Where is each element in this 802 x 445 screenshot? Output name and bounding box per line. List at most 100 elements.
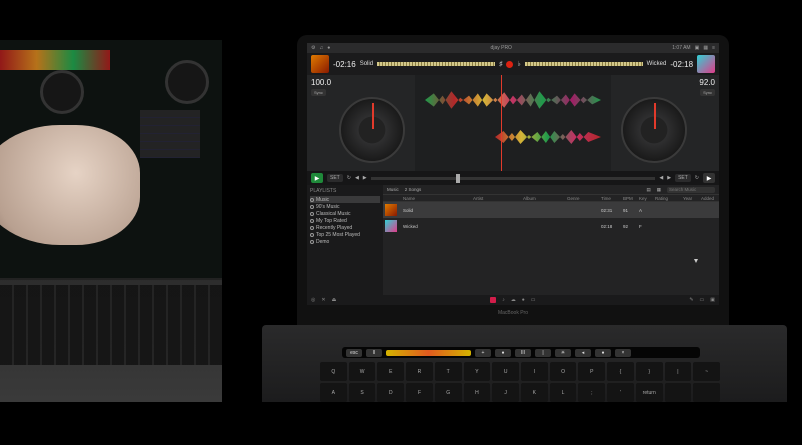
panel-icon[interactable]: ▭ bbox=[700, 297, 705, 303]
crossfader[interactable] bbox=[370, 173, 656, 183]
table-row[interactable]: Wicked 02:18 92 F bbox=[383, 218, 719, 234]
touchbar-brightness[interactable]: ☀ bbox=[555, 348, 571, 357]
music-source-icon[interactable] bbox=[490, 297, 497, 303]
right-next-icon[interactable]: ▶ bbox=[667, 175, 671, 181]
key[interactable]: ; bbox=[578, 383, 606, 402]
touchbar-close[interactable]: × bbox=[615, 348, 631, 357]
col-genre[interactable]: Genre bbox=[567, 196, 601, 201]
right-turntable[interactable] bbox=[621, 97, 687, 163]
touchbar-siri[interactable]: ● bbox=[595, 348, 611, 357]
table-row[interactable]: Solid 02:31 91 A bbox=[383, 202, 719, 218]
col-added[interactable]: Added bbox=[701, 196, 717, 201]
folder-icon[interactable]: ▭ bbox=[531, 297, 536, 303]
key[interactable]: } bbox=[635, 362, 663, 381]
key[interactable]: E bbox=[377, 362, 405, 381]
key[interactable]: L bbox=[549, 383, 577, 402]
note-icon[interactable]: ♪ bbox=[502, 297, 505, 303]
touchbar-volume[interactable]: ◂ bbox=[575, 348, 591, 357]
key[interactable]: K bbox=[520, 383, 548, 402]
key[interactable]: | bbox=[664, 362, 692, 381]
sidebar-item-recently-played[interactable]: Recently Played bbox=[310, 224, 380, 231]
touchbar-mic[interactable]: | bbox=[535, 348, 551, 357]
key[interactable]: I bbox=[520, 362, 548, 381]
key[interactable]: P bbox=[578, 362, 606, 381]
cloud-icon[interactable]: ☁ bbox=[511, 297, 516, 303]
eject-icon[interactable]: ⏏ bbox=[332, 297, 337, 303]
left-loop-icon[interactable]: ↻ bbox=[347, 175, 351, 181]
touchbar-eye[interactable]: ● bbox=[495, 348, 511, 357]
view-grid-icon[interactable]: ▦ bbox=[657, 187, 661, 193]
touchbar-bars[interactable]: III bbox=[515, 348, 531, 357]
deck-header: -02:16 Solid ♯ ♭ Wicked -02:18 bbox=[307, 53, 719, 75]
key[interactable]: T bbox=[434, 362, 462, 381]
key[interactable]: R bbox=[406, 362, 433, 381]
left-turntable[interactable] bbox=[339, 97, 405, 163]
touchbar-waveform[interactable] bbox=[386, 349, 471, 356]
key[interactable]: return bbox=[635, 383, 663, 402]
key[interactable]: O bbox=[549, 362, 577, 381]
key[interactable]: { bbox=[607, 362, 634, 381]
key[interactable]: A bbox=[320, 383, 347, 402]
key[interactable]: G bbox=[434, 383, 462, 402]
menu-icon[interactable]: ≡ bbox=[712, 45, 715, 51]
col-bpm[interactable]: BPM bbox=[623, 196, 639, 201]
right-album-art[interactable] bbox=[697, 55, 716, 73]
view-list-icon[interactable]: ▤ bbox=[646, 187, 650, 193]
mic-icon[interactable]: ● bbox=[327, 45, 330, 51]
window-icon[interactable]: ▣ bbox=[710, 297, 715, 303]
key[interactable]: D bbox=[377, 383, 405, 402]
sidebar-item-music[interactable]: Music bbox=[310, 196, 380, 203]
key[interactable] bbox=[693, 383, 720, 402]
sidebar-item-top-rated[interactable]: My Top Rated bbox=[310, 217, 380, 224]
key[interactable]: H bbox=[463, 383, 491, 402]
left-play-button[interactable]: ▶ bbox=[311, 173, 323, 183]
right-set-button[interactable]: SET bbox=[675, 174, 691, 182]
key[interactable]: S bbox=[348, 383, 376, 402]
left-set-button[interactable]: SET bbox=[327, 174, 343, 182]
layout-icon[interactable]: ▣ bbox=[695, 45, 700, 51]
key[interactable] bbox=[664, 383, 692, 402]
touchbar-esc[interactable]: esc bbox=[346, 348, 362, 357]
col-name[interactable]: Name bbox=[403, 196, 473, 201]
waveform-display[interactable] bbox=[415, 75, 611, 171]
right-play-button[interactable]: ▶ bbox=[703, 173, 715, 183]
left-overview-waveform[interactable] bbox=[377, 62, 495, 66]
col-key[interactable]: Key bbox=[639, 196, 655, 201]
grid-icon[interactable]: ▦ bbox=[703, 45, 708, 51]
globe-icon[interactable]: ◎ bbox=[311, 297, 315, 303]
left-next-icon[interactable]: ▶ bbox=[363, 175, 367, 181]
key[interactable]: U bbox=[492, 362, 519, 381]
col-time[interactable]: Time bbox=[601, 196, 623, 201]
key[interactable]: J bbox=[492, 383, 519, 402]
sidebar-item-top-25[interactable]: Top 25 Most Played bbox=[310, 231, 380, 238]
right-loop-icon[interactable]: ↻ bbox=[695, 175, 699, 181]
settings-icon[interactable]: ⚙ bbox=[311, 45, 315, 51]
sidebar-item-90s-music[interactable]: 90's Music bbox=[310, 203, 380, 210]
right-overview-waveform[interactable] bbox=[524, 62, 643, 66]
right-sync-button[interactable]: Sync bbox=[700, 89, 715, 96]
sound-icon[interactable]: ♫ bbox=[319, 45, 323, 51]
record-button[interactable] bbox=[506, 60, 514, 68]
right-prev-icon[interactable]: ◀ bbox=[659, 175, 663, 181]
left-sync-button[interactable]: Sync bbox=[311, 89, 326, 96]
apple-icon[interactable]: ● bbox=[522, 297, 525, 303]
key[interactable]: F bbox=[406, 383, 433, 402]
sidebar-item-demo[interactable]: Demo bbox=[310, 238, 380, 245]
touchbar-pause[interactable]: II bbox=[366, 348, 382, 357]
left-prev-icon[interactable]: ◀ bbox=[355, 175, 359, 181]
col-rating[interactable]: Rating bbox=[655, 196, 683, 201]
sidebar-item-classical[interactable]: Classical Music bbox=[310, 210, 380, 217]
key[interactable]: W bbox=[348, 362, 376, 381]
search-input[interactable]: Search Music bbox=[667, 186, 715, 193]
pen-icon[interactable]: ✎ bbox=[689, 297, 693, 303]
col-year[interactable]: Year bbox=[683, 196, 701, 201]
key[interactable]: Q bbox=[320, 362, 347, 381]
key[interactable]: Y bbox=[463, 362, 491, 381]
tools-icon[interactable]: ✕ bbox=[321, 297, 325, 303]
left-album-art[interactable] bbox=[311, 55, 329, 73]
key[interactable]: ' bbox=[607, 383, 634, 402]
col-artist[interactable]: Artist bbox=[473, 196, 523, 201]
touchbar-add[interactable]: + bbox=[475, 348, 491, 357]
key[interactable]: ~ bbox=[693, 362, 720, 381]
col-album[interactable]: Album bbox=[523, 196, 567, 201]
